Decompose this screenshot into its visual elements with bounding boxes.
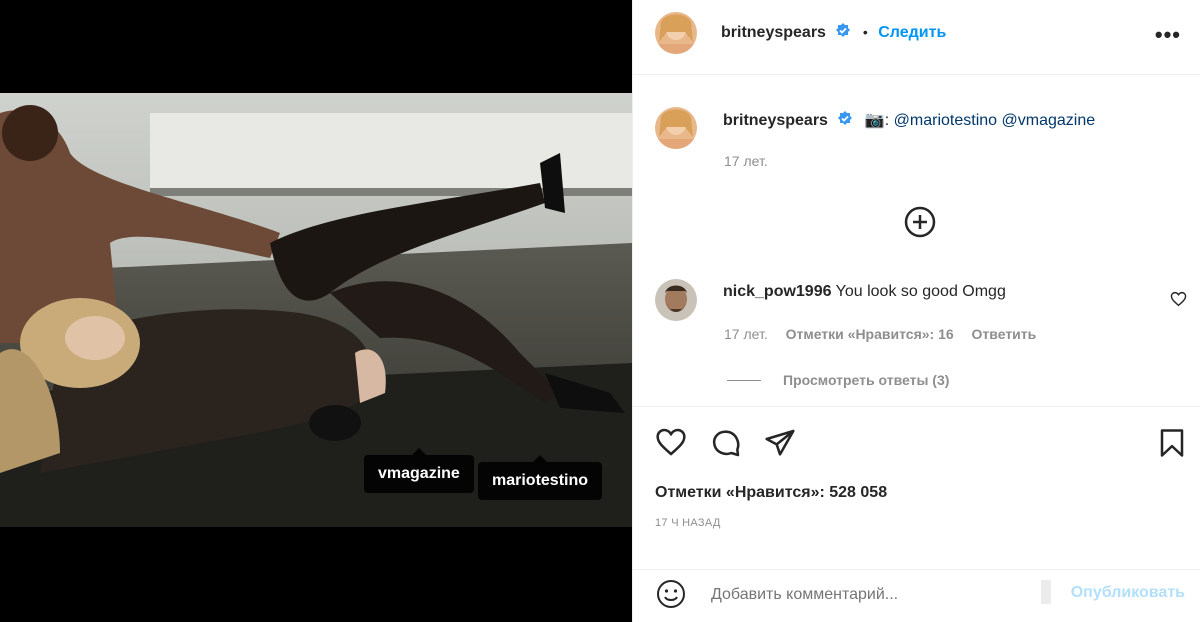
bookmark-icon[interactable] (1159, 428, 1185, 458)
caption-avatar[interactable] (655, 107, 697, 149)
post-time[interactable]: 17 Ч НАЗАД (655, 517, 721, 529)
comment-heart-icon[interactable] (1170, 291, 1187, 307)
comment-icon[interactable] (710, 427, 742, 459)
comments-section: britneyspears 📷: @mariotestino @vmagazin… (633, 75, 1200, 407)
comment-age[interactable]: 17 лет. (724, 326, 768, 342)
add-comment-bar: Опубликовать (633, 569, 1200, 622)
more-icon[interactable]: ••• (1155, 22, 1181, 48)
comment-line: nick_pow1996 You look so good Omgg (723, 283, 1006, 301)
caption-line: britneyspears 📷: @mariotestino @vmagazin… (723, 110, 1095, 130)
mention-mariotestino[interactable]: @mariotestino (894, 112, 997, 129)
caption-author[interactable]: britneyspears (723, 112, 828, 129)
verified-icon (836, 23, 851, 38)
author-avatar[interactable] (655, 12, 697, 54)
avatar-image (655, 12, 697, 54)
header-line: britneyspears • Следить (721, 23, 946, 42)
comment-meta: 17 лет. Отметки «Нравится»: 16 Ответить (724, 326, 1036, 342)
photo-tag-vmagazine[interactable]: vmagazine (364, 448, 474, 493)
emoji-icon[interactable] (655, 578, 687, 610)
post-header: britneyspears • Следить ••• (633, 0, 1200, 75)
scroll-stepper[interactable] (1041, 580, 1051, 604)
publish-button[interactable]: Опубликовать (1071, 584, 1185, 602)
avatar-image (655, 107, 697, 149)
add-circle-icon[interactable] (903, 205, 937, 239)
replies-divider (727, 380, 761, 381)
author-username[interactable]: britneyspears (721, 24, 826, 41)
post-actions: Отметки «Нравится»: 528 058 17 Ч НАЗАД (633, 407, 1200, 569)
follow-button[interactable]: Следить (878, 24, 946, 41)
comment-input[interactable] (709, 581, 1033, 609)
share-icon[interactable] (764, 428, 796, 458)
reply-button[interactable]: Ответить (972, 326, 1037, 342)
camera-emoji: 📷 (864, 112, 885, 129)
caption-age[interactable]: 17 лет. (724, 153, 768, 169)
comment-text: You look so good Omgg (835, 283, 1006, 300)
caption-colon: : (884, 112, 890, 129)
comment-author[interactable]: nick_pow1996 (723, 283, 832, 300)
verified-icon (838, 111, 853, 126)
post-media: vmagazine mariotestino (0, 0, 632, 622)
header-separator: • (862, 24, 868, 40)
commenter-avatar[interactable] (655, 279, 697, 321)
view-replies-button[interactable]: Просмотреть ответы (3) (783, 372, 949, 388)
heart-icon[interactable] (655, 427, 687, 457)
likes-count[interactable]: Отметки «Нравится»: 528 058 (655, 484, 887, 502)
post-side-panel: britneyspears • Следить ••• britneyspear… (632, 0, 1200, 622)
avatar-image (655, 279, 697, 321)
mention-vmagazine[interactable]: @vmagazine (1002, 112, 1096, 129)
photo-tag-mariotestino[interactable]: mariotestino (478, 455, 603, 500)
comment-likes[interactable]: Отметки «Нравится»: 16 (786, 326, 954, 342)
